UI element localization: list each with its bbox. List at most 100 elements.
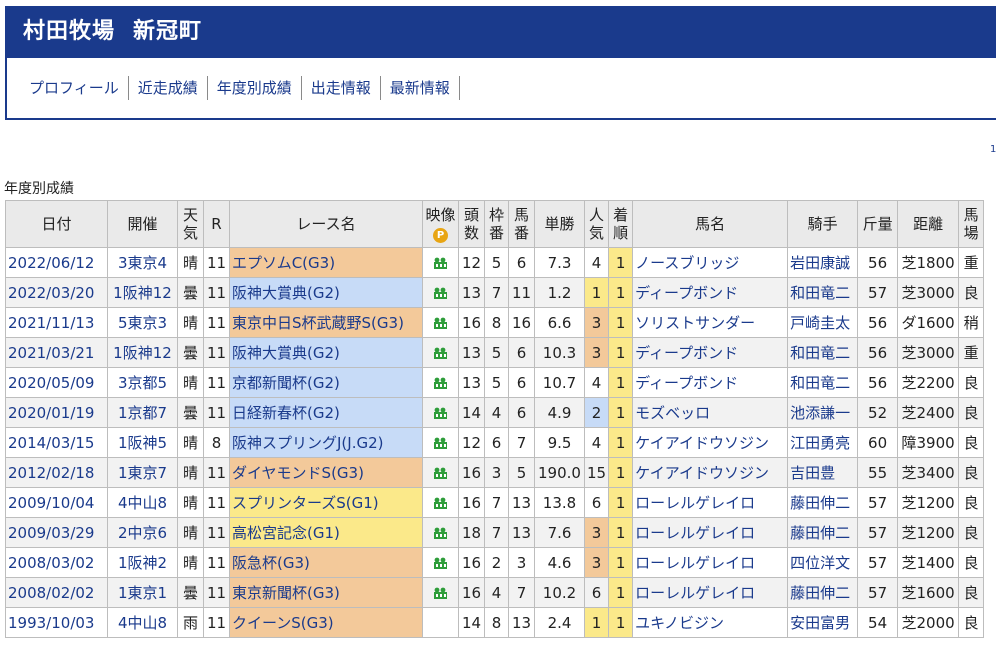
- date-link[interactable]: 2008/03/02: [5, 547, 108, 578]
- meet-link[interactable]: 4中山8: [107, 487, 178, 518]
- date-link[interactable]: 2009/03/29: [5, 517, 108, 548]
- race-name-link[interactable]: 京都新聞杯(G2): [229, 367, 423, 398]
- odds-cell: 1.2: [534, 277, 585, 308]
- meet-link[interactable]: 3京都5: [107, 367, 178, 398]
- race-name-link[interactable]: 阪急杯(G3): [229, 547, 423, 578]
- race-name-link[interactable]: ダイヤモンドS(G3): [229, 457, 423, 488]
- jockey-link[interactable]: 藤田伸二: [787, 577, 859, 608]
- race-no-cell: 11: [203, 547, 230, 578]
- nav-profile[interactable]: プロフィール: [25, 76, 129, 100]
- race-name-link[interactable]: 阪神スプリングJ(J.G2): [229, 427, 423, 458]
- meet-link[interactable]: 1阪神12: [107, 337, 178, 368]
- finish-cell: 1: [608, 337, 634, 368]
- jockey-link[interactable]: 江田勇亮: [787, 427, 859, 458]
- jockey-link[interactable]: 岩田康誠: [787, 247, 859, 278]
- meet-link[interactable]: 4中山8: [107, 607, 178, 638]
- race-no-cell: 11: [203, 367, 230, 398]
- weight-cell: 52: [857, 397, 899, 428]
- video-cell[interactable]: [422, 337, 459, 368]
- distance-cell: 芝2400: [897, 397, 960, 428]
- jockey-link[interactable]: 安田富男: [787, 607, 859, 638]
- jockey-link[interactable]: 和田竜二: [787, 337, 859, 368]
- jockey-link[interactable]: 和田竜二: [787, 367, 859, 398]
- video-cell[interactable]: [422, 397, 459, 428]
- video-cell[interactable]: [422, 517, 459, 548]
- race-name-link[interactable]: 日経新春杯(G2): [229, 397, 423, 428]
- date-link[interactable]: 2009/10/04: [5, 487, 108, 518]
- horse-link[interactable]: モズベッロ: [632, 397, 789, 428]
- weight-cell: 54: [857, 607, 899, 638]
- horse-link[interactable]: ソリストサンダー: [632, 307, 789, 338]
- video-icon: [434, 587, 447, 599]
- horse-link[interactable]: ローレルゲレイロ: [632, 517, 789, 548]
- race-no-cell: 11: [203, 337, 230, 368]
- meet-link[interactable]: 1京都7: [107, 397, 178, 428]
- horse-link[interactable]: ディープボンド: [632, 367, 789, 398]
- meet-link[interactable]: 2中京6: [107, 517, 178, 548]
- date-link[interactable]: 2022/06/12: [5, 247, 108, 278]
- horse-link[interactable]: ディープボンド: [632, 277, 789, 308]
- weather-cell: 晴: [177, 547, 204, 578]
- horse-link[interactable]: ローレルゲレイロ: [632, 577, 789, 608]
- video-cell[interactable]: [422, 367, 459, 398]
- race-name-link[interactable]: 東京新聞杯(G3): [229, 577, 423, 608]
- jockey-link[interactable]: 四位洋文: [787, 547, 859, 578]
- meet-link[interactable]: 3東京4: [107, 247, 178, 278]
- meet-link[interactable]: 1阪神12: [107, 277, 178, 308]
- video-cell[interactable]: [422, 487, 459, 518]
- race-name-link[interactable]: 阪神大賞典(G2): [229, 337, 423, 368]
- track-cell: 稍: [958, 307, 985, 338]
- jockey-link[interactable]: 藤田伸二: [787, 517, 859, 548]
- meet-link[interactable]: 1阪神5: [107, 427, 178, 458]
- horse-link[interactable]: ディープボンド: [632, 337, 789, 368]
- date-link[interactable]: 2014/03/15: [5, 427, 108, 458]
- date-link[interactable]: 2020/01/19: [5, 397, 108, 428]
- race-name-link[interactable]: クイーンS(G3): [229, 607, 423, 638]
- jockey-link[interactable]: 戸崎圭太: [787, 307, 859, 338]
- date-link[interactable]: 2022/03/20: [5, 277, 108, 308]
- horse-link[interactable]: ローレルゲレイロ: [632, 547, 789, 578]
- nav-yearly-results[interactable]: 年度別成績: [208, 76, 302, 100]
- race-name-link[interactable]: 東京中日S杯武蔵野S(G3): [229, 307, 423, 338]
- jockey-link[interactable]: 和田竜二: [787, 277, 859, 308]
- video-cell[interactable]: [422, 307, 459, 338]
- video-cell[interactable]: [422, 427, 459, 458]
- date-link[interactable]: 2008/02/02: [5, 577, 108, 608]
- col-video: 映像 P: [422, 200, 459, 248]
- horse-link[interactable]: ケイアイドウソジン: [632, 457, 789, 488]
- nav-latest-info[interactable]: 最新情報: [381, 76, 460, 100]
- horse-link[interactable]: ケイアイドウソジン: [632, 427, 789, 458]
- meet-link[interactable]: 5東京3: [107, 307, 178, 338]
- track-cell: 良: [958, 577, 985, 608]
- nav-entries[interactable]: 出走情報: [302, 76, 381, 100]
- race-name-link[interactable]: 高松宮記念(G1): [229, 517, 423, 548]
- video-cell[interactable]: [422, 247, 459, 278]
- nav-recent-results[interactable]: 近走成績: [129, 76, 208, 100]
- video-cell[interactable]: [422, 547, 459, 578]
- date-link[interactable]: 2012/02/18: [5, 457, 108, 488]
- horse-link[interactable]: ローレルゲレイロ: [632, 487, 789, 518]
- date-link[interactable]: 2021/03/21: [5, 337, 108, 368]
- video-cell[interactable]: [422, 457, 459, 488]
- date-link[interactable]: 1993/10/03: [5, 607, 108, 638]
- video-cell[interactable]: [422, 607, 459, 638]
- race-name-link[interactable]: スプリンターズS(G1): [229, 487, 423, 518]
- jockey-link[interactable]: 吉田豊: [787, 457, 859, 488]
- video-cell[interactable]: [422, 277, 459, 308]
- jockey-link[interactable]: 藤田伸二: [787, 487, 859, 518]
- video-icon: [434, 437, 447, 449]
- race-name-link[interactable]: エプソムC(G3): [229, 247, 423, 278]
- race-name-link[interactable]: 阪神大賞典(G2): [229, 277, 423, 308]
- video-cell[interactable]: [422, 577, 459, 608]
- meet-link[interactable]: 1阪神2: [107, 547, 178, 578]
- weight-cell: 56: [857, 247, 899, 278]
- date-link[interactable]: 2020/05/09: [5, 367, 108, 398]
- runners-cell: 13: [458, 337, 485, 368]
- jockey-link[interactable]: 池添謙一: [787, 397, 859, 428]
- horse-link[interactable]: ユキノビジン: [632, 607, 789, 638]
- date-link[interactable]: 2021/11/13: [5, 307, 108, 338]
- meet-link[interactable]: 1東京1: [107, 577, 178, 608]
- meet-link[interactable]: 1東京7: [107, 457, 178, 488]
- table-row: 2021/11/13 5東京3 晴 11 東京中日S杯武蔵野S(G3) 16 8 16 6.6 3…: [5, 307, 985, 338]
- horse-link[interactable]: ノースブリッジ: [632, 247, 789, 278]
